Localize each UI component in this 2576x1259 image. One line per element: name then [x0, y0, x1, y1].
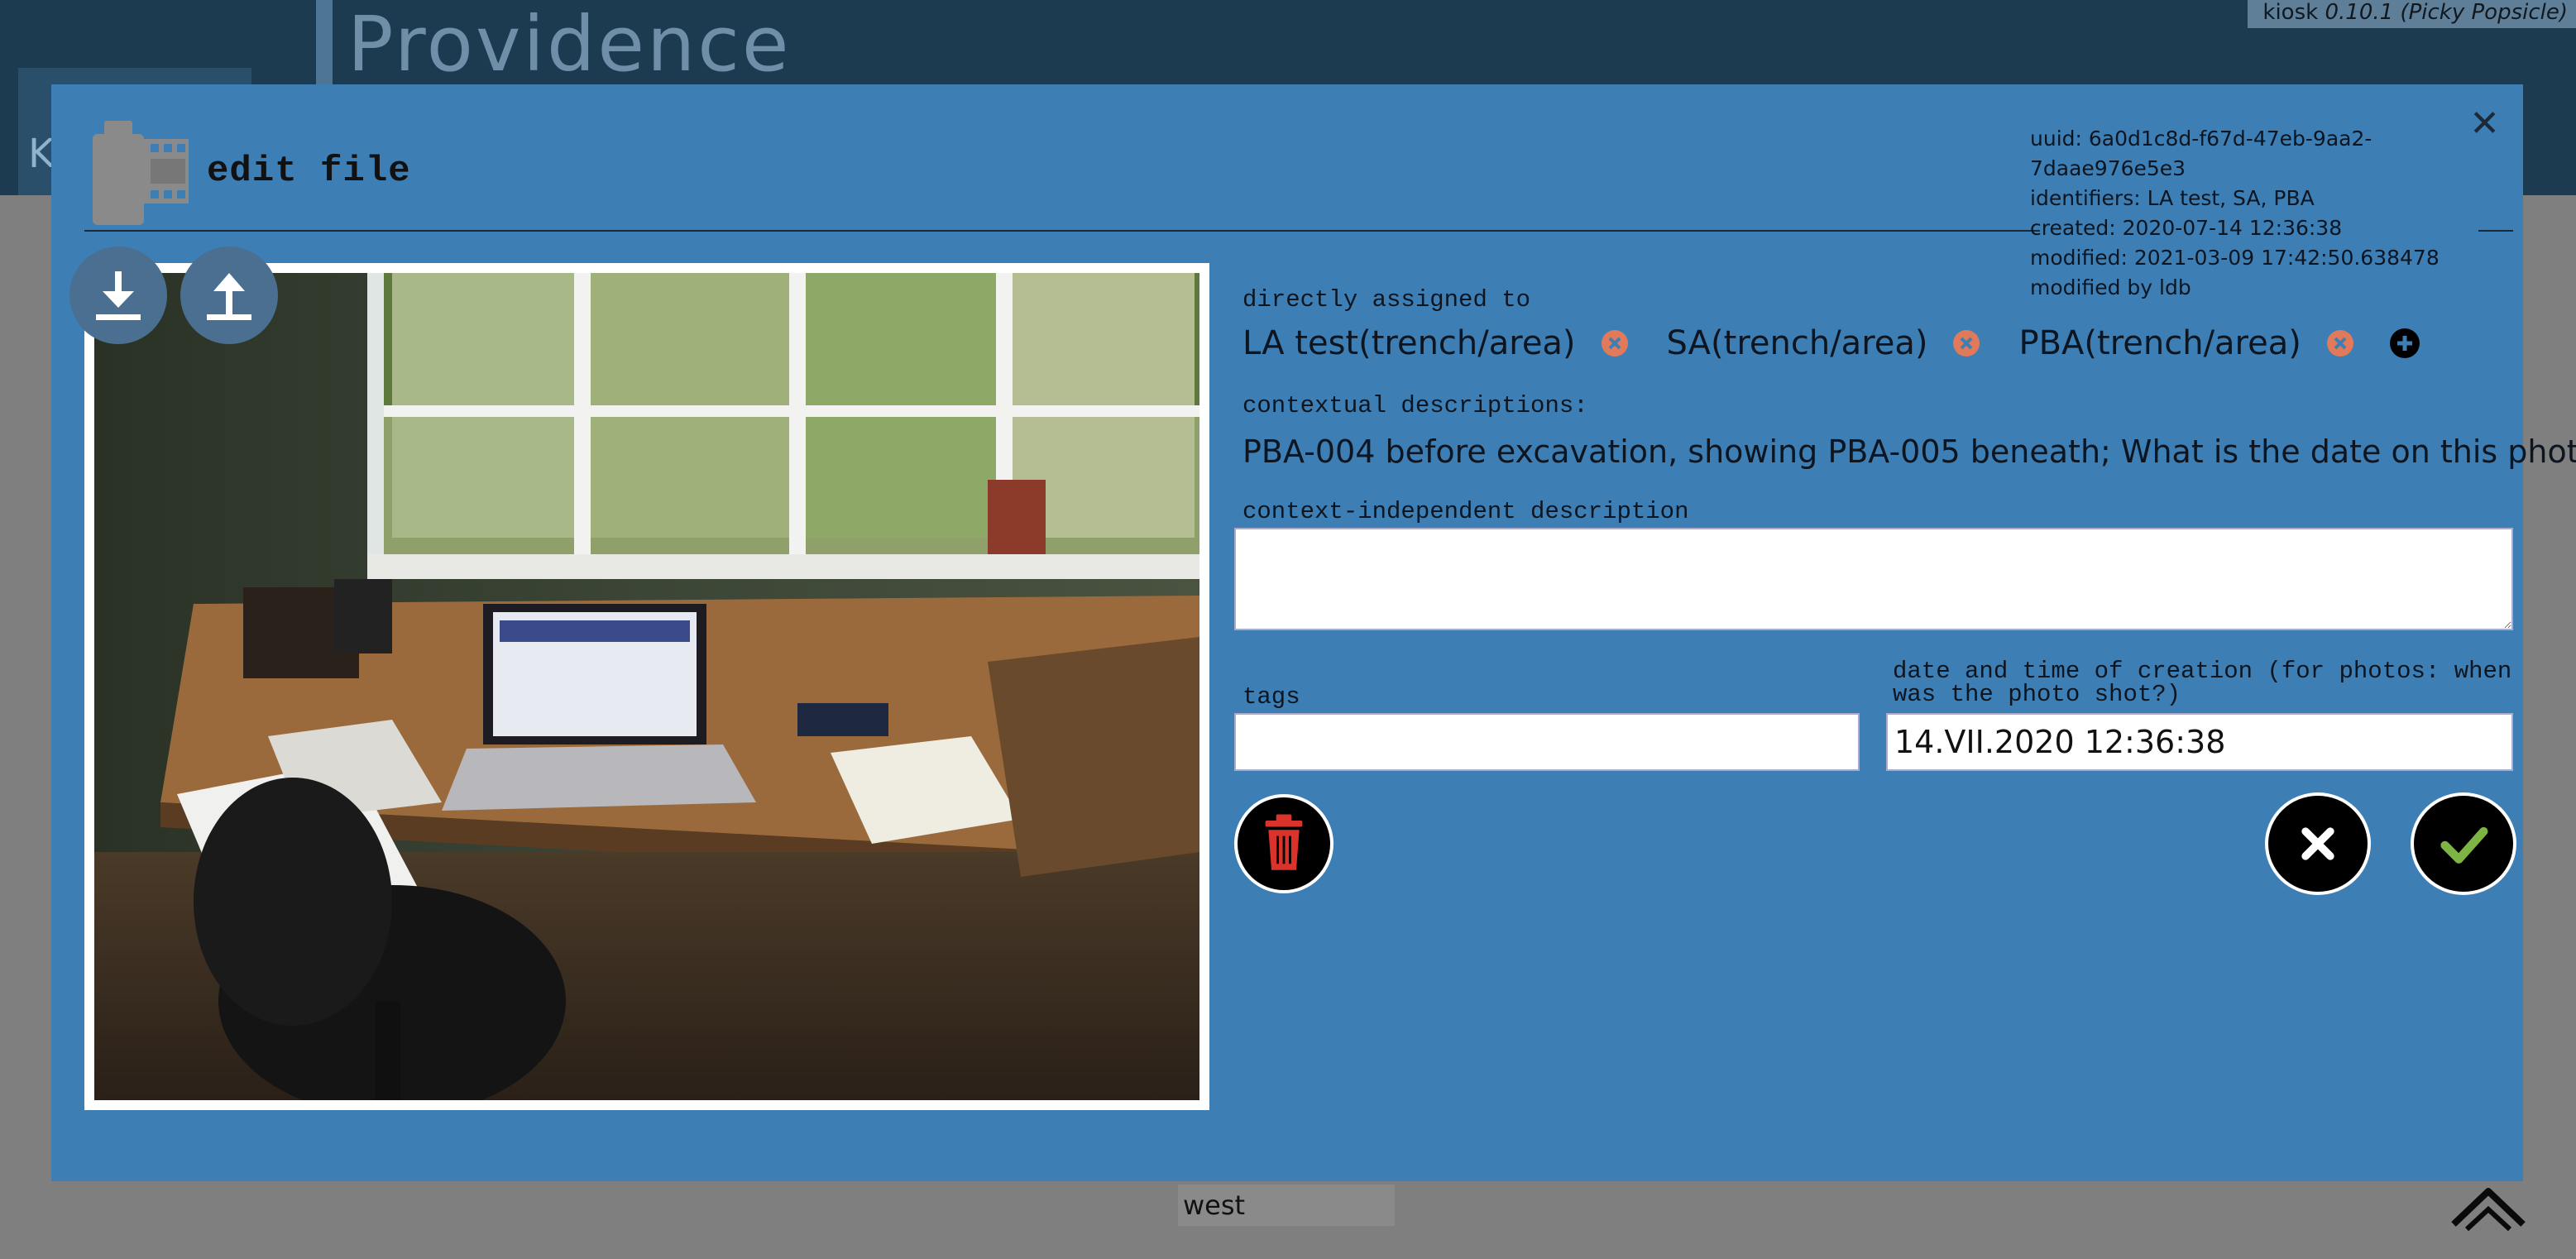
- contextual-description: PBA-004 before excavation, showing PBA-0…: [1243, 433, 2576, 470]
- dialog-title: edit file: [207, 151, 411, 192]
- photo-preview: [84, 263, 1209, 1110]
- film-file-icon: [93, 121, 189, 225]
- creation-date-input[interactable]: [1886, 713, 2513, 771]
- remove-circle-icon[interactable]: [1952, 329, 1980, 357]
- save-button[interactable]: [2411, 792, 2516, 895]
- meta-identifiers: identifiers: LA test, SA, PBA: [2030, 186, 2315, 210]
- version-badge: kiosk 0.10.1 (Picky Popsicle): [2248, 0, 2576, 28]
- assignment-list: LA test(trench/area) SA(trench/area) PBA…: [1243, 324, 2420, 362]
- app-title: Providence: [347, 0, 792, 89]
- checkmark-icon: [2440, 826, 2488, 864]
- meta-created: created: 2020-07-14 12:36:38: [2030, 216, 2343, 240]
- meta-modified: modified: 2021-03-09 17:42:50.638478: [2030, 246, 2440, 270]
- remove-circle-icon[interactable]: [1601, 329, 1629, 357]
- title-accent-bar: [316, 0, 333, 91]
- download-button[interactable]: [69, 247, 167, 344]
- meta-modified-by: modified by ldb: [2030, 275, 2191, 299]
- contextual-label: contextual descriptions:: [1243, 392, 1588, 419]
- chevron-up-icon[interactable]: [2447, 1178, 2530, 1236]
- tags-input[interactable]: [1234, 713, 1860, 771]
- upload-button[interactable]: [180, 247, 278, 344]
- creation-label-line2: was the photo shot?): [1893, 681, 2181, 708]
- photo-image: [94, 273, 1199, 1100]
- file-metadata: uuid: 6a0d1c8d-f67d-47eb-9aa2-7daae976e5…: [2030, 124, 2523, 303]
- creation-label-line1: date and time of creation (for photos: w…: [1893, 658, 2512, 685]
- assignment-chip: SA(trench/area): [1667, 324, 1981, 362]
- edit-file-dialog: ✕ edit file uuid: 6a0d1c8d-f67d-47eb-9aa…: [51, 84, 2576, 1181]
- add-circle-icon[interactable]: [2389, 328, 2420, 359]
- delete-button[interactable]: [1234, 794, 1333, 893]
- assignment-name: SA(trench/area): [1666, 324, 1928, 362]
- cancel-button[interactable]: [2265, 792, 2371, 895]
- assignment-chip: LA test(trench/area): [1243, 324, 1629, 362]
- meta-uuid: uuid: 6a0d1c8d-f67d-47eb-9aa2-7daae976e5…: [2030, 127, 2373, 180]
- download-icon: [96, 271, 141, 320]
- assignment-chip: PBA(trench/area): [2018, 324, 2353, 362]
- upload-icon: [207, 273, 251, 320]
- assigned-label: directly assigned to: [1243, 286, 1531, 314]
- independent-label: context-independent description: [1243, 498, 1689, 525]
- nav-letter: K: [28, 131, 55, 177]
- list-item[interactable]: west: [1178, 1185, 1395, 1226]
- close-icon: [2301, 827, 2334, 860]
- creation-label: date and time of creation (for photos: w…: [1893, 658, 2512, 708]
- assignment-name: PBA(trench/area): [2018, 324, 2301, 362]
- tags-label: tags: [1243, 683, 1300, 711]
- title-divider: [84, 230, 2040, 232]
- independent-description-field[interactable]: [1234, 528, 2513, 630]
- version-prefix: kiosk: [2262, 0, 2319, 25]
- assignment-name: LA test(trench/area): [1243, 324, 1576, 362]
- version-number: 0.10.1 (Picky Popsicle): [2325, 0, 2568, 25]
- remove-circle-icon[interactable]: [2326, 329, 2354, 357]
- trash-icon: [1265, 814, 1303, 870]
